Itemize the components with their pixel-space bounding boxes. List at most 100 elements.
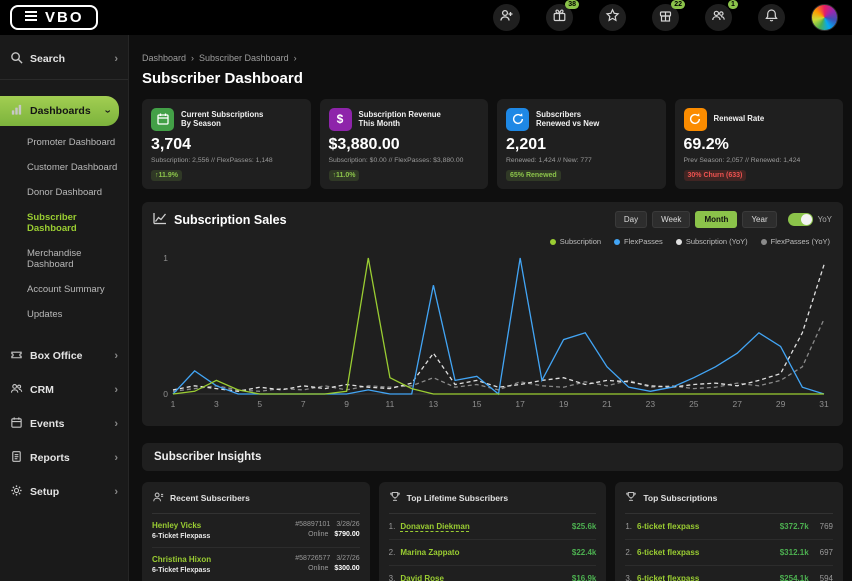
person-add-button[interactable]: [493, 4, 520, 31]
svg-text:9: 9: [344, 399, 349, 409]
svg-text:0: 0: [163, 389, 168, 399]
stat-badge: 30% Churn (633): [684, 170, 747, 181]
recent-subscriber-row: Henley Vicks 6-Ticket Flexpass #58897101…: [152, 514, 360, 548]
sidebar-item-reports[interactable]: Reports ›: [0, 441, 128, 475]
stat-badge: ↑11.9%: [151, 170, 182, 181]
range-week-button[interactable]: Week: [652, 211, 690, 228]
range-year-button[interactable]: Year: [742, 211, 776, 228]
stat-title: Subscription RevenueThis Month: [359, 110, 441, 129]
subscription-count: 769: [820, 522, 833, 531]
stat-breakdown: Renewed: 1,424 // New: 777: [506, 157, 657, 164]
svg-text:13: 13: [429, 399, 439, 409]
top-lifetime-subscribers-card: Top Lifetime Subscribers 1. Donavan Diek…: [379, 482, 607, 581]
recent-subscribers-card: Recent Subscribers Henley Vicks 6-Ticket…: [142, 482, 370, 581]
calendar-icon: [151, 108, 174, 131]
app-logo[interactable]: VBO: [10, 5, 98, 30]
legend-dot: [550, 239, 556, 245]
yoy-toggle[interactable]: [788, 213, 813, 226]
gift-button[interactable]: 38: [546, 4, 573, 31]
svg-text:11: 11: [386, 399, 395, 409]
top-subscriber-row: 2. Marina Zappato $22.4k: [389, 540, 597, 566]
sidebar-item-account-summary[interactable]: Account Summary: [0, 277, 128, 302]
card-header: Recent Subscribers: [152, 482, 360, 514]
subscriber-name-link[interactable]: Christina Hixon: [152, 555, 211, 564]
people-icon: [711, 8, 726, 28]
legend-subscription[interactable]: Subscription: [550, 237, 601, 246]
logo-text: VBO: [45, 9, 84, 26]
offers-button[interactable]: 22: [652, 4, 679, 31]
sidebar-item-box-office[interactable]: Box Office ›: [0, 339, 128, 373]
stat-breakdown: Subscription: $0.00 // FlexPasses: $3,88…: [329, 157, 480, 164]
sidebar-item-label: Reports: [30, 452, 70, 464]
order-payment: Online$790.00: [295, 531, 359, 538]
stat-card-subscription-revenue: $ Subscription RevenueThis Month $3,880.…: [320, 99, 489, 189]
range-month-button[interactable]: Month: [695, 211, 737, 228]
sidebar-item-updates[interactable]: Updates: [0, 302, 128, 327]
person-add-icon: [499, 8, 514, 28]
range-day-button[interactable]: Day: [615, 211, 647, 228]
legend-dot: [614, 239, 620, 245]
sidebar-item-donor-dashboard[interactable]: Donor Dashboard: [0, 180, 128, 205]
sidebar-item-label: Box Office: [30, 350, 83, 362]
chevron-right-icon: ›: [114, 385, 118, 396]
page-title: Subscriber Dashboard: [142, 70, 843, 87]
star-icon: [605, 8, 620, 28]
chevron-right-icon: ›: [114, 487, 118, 498]
legend-flexpasses[interactable]: FlexPasses: [614, 237, 663, 246]
user-avatar[interactable]: [811, 4, 838, 31]
subscription-name-link[interactable]: 6-ticket flexpass: [637, 574, 699, 581]
sidebar-item-search[interactable]: Search ›: [0, 39, 128, 79]
sidebar-item-crm[interactable]: CRM ›: [0, 373, 128, 407]
subscription-name-link[interactable]: 6-ticket flexpass: [637, 522, 699, 531]
subscription-count: 697: [820, 548, 833, 557]
sidebar-item-promoter-dashboard[interactable]: Promoter Dashboard: [0, 130, 128, 155]
sidebar-item-events[interactable]: Events ›: [0, 407, 128, 441]
dashboards-submenu: Promoter Dashboard Customer Dashboard Do…: [0, 126, 128, 335]
chart-legend: Subscription FlexPasses Subscription (Yo…: [155, 237, 830, 246]
svg-text:5: 5: [257, 399, 262, 409]
subscriber-name-link[interactable]: Marina Zappato: [400, 548, 459, 557]
people-button[interactable]: 1: [705, 4, 732, 31]
card-header: Top Subscriptions: [625, 482, 833, 514]
svg-text:23: 23: [646, 399, 656, 409]
chevron-right-icon: ›: [114, 419, 118, 430]
trophy-icon: [389, 491, 401, 505]
subscription-name-link[interactable]: 6-ticket flexpass: [637, 548, 699, 557]
sidebar-item-customer-dashboard[interactable]: Customer Dashboard: [0, 155, 128, 180]
order-meta: #588971013/28/26: [295, 521, 359, 528]
subscriber-name-link[interactable]: Donavan Diekman: [400, 522, 469, 531]
svg-text:25: 25: [689, 399, 699, 409]
line-chart-icon: [153, 212, 167, 228]
menu-icon: [24, 9, 38, 26]
offers-badge: 22: [671, 0, 685, 9]
sidebar-item-label: Search: [30, 53, 65, 65]
legend-flexpasses-yoy[interactable]: FlexPasses (YoY): [761, 237, 830, 246]
trophy-icon: [625, 491, 637, 505]
star-button[interactable]: [599, 4, 626, 31]
insights-section-title: Subscriber Insights: [142, 443, 843, 471]
legend-subscription-yoy[interactable]: Subscription (YoY): [676, 237, 748, 246]
sidebar-item-dashboards[interactable]: Dashboards ›: [0, 96, 119, 126]
svg-text:17: 17: [515, 399, 525, 409]
svg-text:19: 19: [559, 399, 569, 409]
people-badge: 1: [728, 0, 738, 9]
notifications-button[interactable]: [758, 4, 785, 31]
sidebar-item-setup[interactable]: Setup ›: [0, 475, 128, 509]
bell-icon: [764, 8, 779, 28]
subscriber-name-link[interactable]: David Rose: [400, 574, 444, 581]
breadcrumb-dashboard[interactable]: Dashboard: [142, 53, 186, 63]
divider: [0, 79, 128, 80]
breadcrumb-separator: ›: [294, 53, 297, 63]
sidebar-item-merchandise-dashboard[interactable]: Merchandise Dashboard: [0, 241, 128, 277]
sidebar-menu: Box Office › CRM › Events ›: [0, 339, 128, 509]
stat-breakdown: Subscription: 2,556 // FlexPasses: 1,148: [151, 157, 302, 164]
sidebar-item-subscriber-dashboard[interactable]: Subscriber Dashboard: [0, 205, 128, 241]
stat-badge: ↑11.0%: [329, 170, 360, 181]
svg-text:21: 21: [602, 399, 612, 409]
lifetime-value: $25.6k: [572, 522, 596, 531]
sidebar-item-label: Setup: [30, 486, 59, 498]
subscriber-name-link[interactable]: Henley Vicks: [152, 521, 210, 530]
subscription-count: 594: [820, 574, 833, 581]
search-icon: [10, 51, 23, 67]
breadcrumb-subscriber-dashboard[interactable]: Subscriber Dashboard: [199, 53, 289, 63]
